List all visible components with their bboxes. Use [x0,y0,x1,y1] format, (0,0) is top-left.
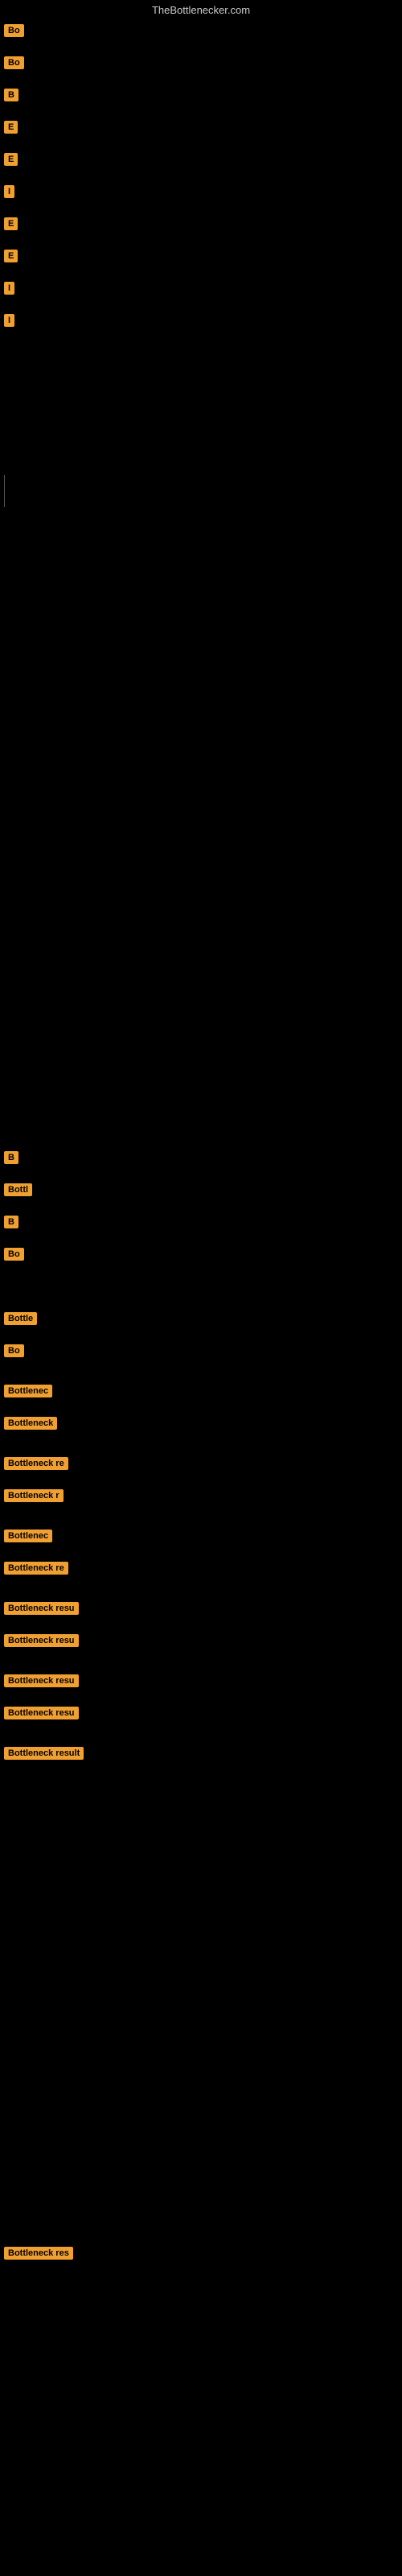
badge-b23: Bottleneck resu [4,1602,79,1615]
badge-b14: Bo [4,1248,24,1261]
badge-b20: Bottleneck r [4,1489,64,1502]
badge-b10: I [4,314,14,327]
badge-b27: Bottleneck result [4,1747,84,1760]
badge-b2: Bo [4,56,24,69]
badge-b5: E [4,153,18,166]
badge-b11: B [4,1151,18,1164]
badge-b19: Bottleneck re [4,1457,68,1470]
badge-b13: B [4,1216,18,1228]
badge-b7: E [4,217,18,230]
badge-b8: E [4,250,18,262]
badge-b21: Bottlenec [4,1530,52,1542]
badge-b12: Bottl [4,1183,32,1196]
badge-b9: I [4,282,14,295]
badge-b25: Bottleneck resu [4,1674,79,1687]
badge-b6: I [4,185,14,198]
badge-b3: B [4,89,18,101]
badge-b26: Bottleneck resu [4,1707,79,1719]
vertical-line-vl1 [4,475,5,507]
badge-b28: Bottleneck res [4,2247,73,2260]
badge-b17: Bottlenec [4,1385,52,1397]
badge-b24: Bottleneck resu [4,1634,79,1647]
badge-b16: Bo [4,1344,24,1357]
badge-b15: Bottle [4,1312,37,1325]
site-title: TheBottlenecker.com [152,4,250,16]
badge-b22: Bottleneck re [4,1562,68,1575]
badge-b18: Bottleneck [4,1417,57,1430]
badge-b1: Bo [4,24,24,37]
badge-b4: E [4,121,18,134]
